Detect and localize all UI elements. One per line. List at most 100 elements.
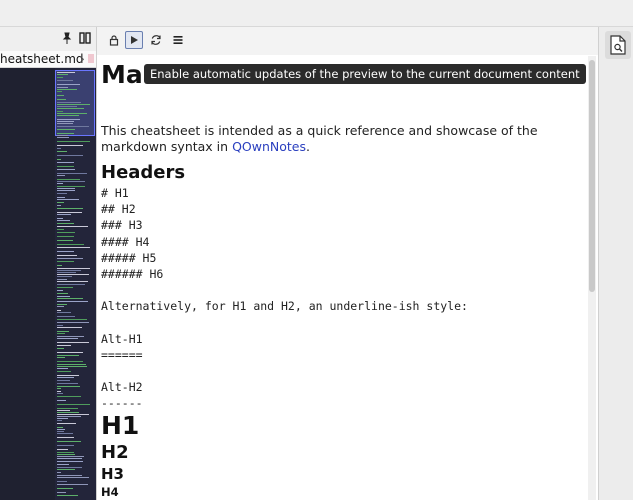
intro-end: .: [306, 139, 310, 154]
minimap-line: [57, 304, 67, 305]
minimap-line: [57, 322, 89, 323]
minimap-line: [57, 333, 65, 334]
minimap-line: [57, 331, 69, 332]
minimap-line: [57, 396, 81, 397]
code-block-alt-h1: Alt-H1 ======: [101, 332, 143, 363]
minimap[interactable]: [55, 68, 96, 500]
minimap-line: [57, 441, 81, 442]
minimap-line: [57, 492, 66, 493]
demo-heading-h1: H1: [101, 411, 140, 440]
minimap-line: [57, 129, 75, 130]
minimap-line: [57, 173, 87, 174]
minimap-line: [57, 427, 63, 428]
demo-heading-h4: H4: [101, 485, 119, 499]
minimap-line: [57, 190, 75, 191]
minimap-line: [57, 472, 61, 473]
minimap-line: [57, 220, 70, 221]
minimap-line: [57, 437, 74, 438]
minimap-line: [57, 236, 74, 237]
preview-scrollbar[interactable]: [588, 56, 596, 500]
minimap-line: [57, 155, 83, 156]
minimap-line: [57, 77, 63, 78]
tab-label: heatsheet.md: [0, 52, 84, 66]
refresh-icon[interactable]: [147, 31, 165, 49]
minimap-line: [57, 274, 89, 275]
editor-toolbar: [0, 27, 96, 52]
minimap-line: [57, 352, 83, 353]
minimap-line: [57, 433, 73, 434]
window-top-strip: [0, 0, 633, 27]
minimap-line: [57, 410, 70, 411]
minimap-line: [57, 445, 74, 446]
minimap-line: [57, 169, 75, 170]
minimap-line: [57, 429, 65, 430]
minimap-line: [57, 281, 88, 282]
minimap-line: [57, 111, 63, 112]
minimap-line: [57, 456, 84, 457]
editor-tab[interactable]: heatsheet.md ›: [0, 51, 96, 68]
minimap-line: [57, 99, 66, 100]
minimap-line: [57, 108, 84, 109]
code-editor[interactable]: [0, 68, 55, 500]
minimap-line: [57, 268, 90, 269]
minimap-line: [57, 310, 61, 311]
minimap-line: [57, 345, 71, 346]
minimap-line: [57, 214, 71, 215]
minimap-line: [57, 276, 72, 277]
code-block-alt-h2: Alt-H2 ------: [101, 380, 143, 411]
minimap-line: [57, 312, 71, 313]
pin-icon[interactable]: [60, 31, 74, 45]
minimap-line: [57, 121, 74, 122]
minimap-line: [57, 475, 82, 476]
minimap-line: [57, 145, 83, 146]
minimap-line: [57, 364, 86, 365]
minimap-line: [57, 391, 61, 392]
minimap-line: [57, 386, 80, 387]
play-icon[interactable]: [125, 31, 143, 49]
tooltip: Enable automatic updates of the preview …: [144, 64, 586, 84]
minimap-line: [57, 412, 79, 413]
preview-pane: Enable automatic updates of the preview …: [96, 27, 599, 500]
lock-icon[interactable]: [105, 31, 123, 49]
intro-paragraph: This cheatsheet is intended as a quick r…: [101, 123, 581, 155]
minimap-line: [57, 495, 78, 496]
minimap-line: [57, 247, 90, 248]
hamburger-menu-icon[interactable]: [169, 31, 187, 49]
qownnotes-link[interactable]: QOwnNotes: [232, 139, 306, 154]
minimap-line: [57, 135, 68, 136]
minimap-line: [57, 166, 74, 167]
minimap-line: [57, 119, 80, 120]
minimap-line: [57, 368, 68, 369]
tab-marker: [88, 54, 94, 63]
minimap-line: [57, 306, 64, 307]
preview-content: Mar This cheatsheet is intended as a qui…: [101, 55, 586, 500]
split-columns-icon[interactable]: [78, 31, 92, 45]
demo-heading-h2: H2: [101, 442, 129, 463]
headers-heading: Headers: [101, 162, 186, 183]
minimap-line: [57, 431, 64, 432]
minimap-line: [57, 366, 87, 367]
minimap-line: [57, 414, 89, 415]
minimap-line: [57, 319, 87, 320]
minimap-line: [57, 137, 69, 138]
document-search-icon: [610, 35, 626, 59]
minimap-line: [57, 404, 90, 405]
minimap-line: [57, 272, 76, 273]
minimap-line: [57, 199, 79, 200]
scrollbar-thumb[interactable]: [589, 60, 595, 292]
demo-heading-h3: H3: [101, 465, 124, 483]
minimap-line: [57, 141, 90, 142]
minimap-line: [57, 181, 85, 182]
minimap-line: [57, 244, 84, 245]
minimap-line: [57, 123, 73, 124]
chevron-right-icon: ›: [80, 52, 85, 66]
document-search-button[interactable]: [605, 31, 631, 59]
minimap-line: [57, 327, 82, 328]
minimap-line: [57, 388, 61, 389]
minimap-line: [57, 452, 74, 453]
minimap-line: [57, 361, 83, 362]
minimap-line: [57, 113, 87, 114]
code-block-alt-text: Alternatively, for H1 and H2, an underli…: [101, 299, 468, 313]
minimap-line: [57, 159, 61, 160]
minimap-line: [57, 375, 79, 376]
